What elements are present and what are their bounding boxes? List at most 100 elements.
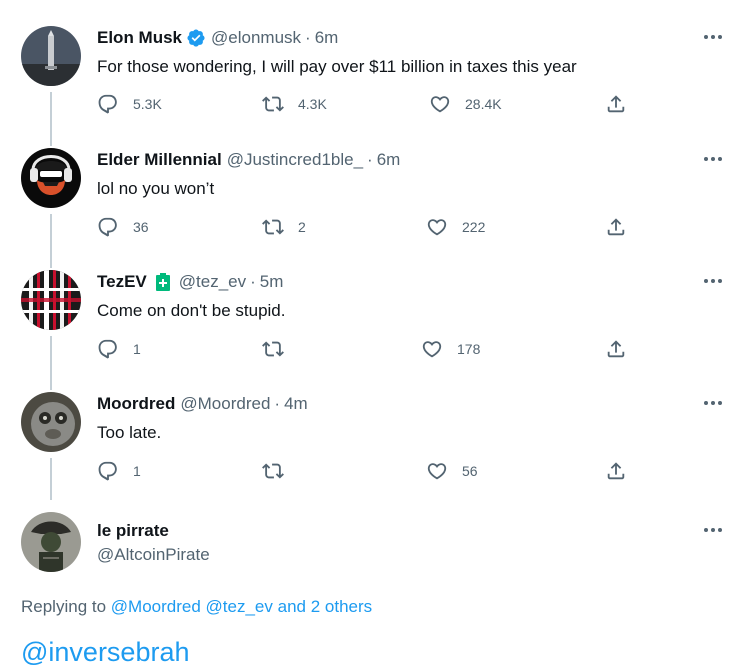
share-button[interactable] <box>605 338 627 360</box>
like-count: 178 <box>457 341 481 357</box>
tweet-actions: 36 2 222 <box>97 216 637 240</box>
retweet-button[interactable] <box>262 338 298 360</box>
retweet-button[interactable]: 2 <box>262 216 306 238</box>
reply-button[interactable]: 1 <box>97 460 141 482</box>
tweet-elon-musk[interactable]: Elon Musk @elonmusk · 6m For those wonde… <box>0 0 734 122</box>
separator-dot: · <box>250 272 256 291</box>
author-name[interactable]: TezEV <box>97 271 147 293</box>
reply-button[interactable]: 5.3K <box>97 93 162 115</box>
tweet-tezev[interactable]: TezEV @tez_ev · 5m Come on don't be stup… <box>0 244 734 366</box>
tweet-moordred[interactable]: Moordred @Moordred · 4m Too late. 1 56 <box>0 366 734 500</box>
thread-line <box>50 92 52 122</box>
author-name[interactable]: Elon Musk <box>97 27 182 49</box>
tweet-actions: 1 56 <box>97 460 637 484</box>
thread-line <box>50 336 52 366</box>
avatar[interactable] <box>21 270 81 330</box>
author-handle[interactable]: @tez_ev <box>179 271 246 293</box>
timestamp[interactable]: 6m <box>315 27 339 49</box>
author-name[interactable]: Elder Millennial <box>97 149 222 171</box>
timestamp[interactable]: 5m <box>260 271 284 293</box>
avatar-image-starship <box>21 26 81 86</box>
tweet-text: Come on don't be stupid. <box>97 301 286 320</box>
timestamp[interactable]: 4m <box>284 393 308 415</box>
retweet-button[interactable] <box>262 460 298 482</box>
heart-icon <box>427 219 447 236</box>
share-button[interactable] <box>605 216 627 238</box>
tweet-header: TezEV @tez_ev · 5m <box>97 271 283 293</box>
author-handle[interactable]: @elonmusk <box>211 27 301 49</box>
more-options-icon[interactable] <box>702 394 724 412</box>
thread-line <box>50 214 52 244</box>
more-options-icon[interactable] <box>702 521 724 539</box>
like-button[interactable]: 56 <box>426 460 478 482</box>
like-count: 56 <box>462 463 478 479</box>
reply-count: 5.3K <box>133 96 162 112</box>
thread-line <box>50 244 52 268</box>
tweet-header: Elder Millennial @Justincred1ble_ · 6m <box>97 149 400 171</box>
separator-dot: · <box>305 28 311 47</box>
heart-icon <box>430 96 450 113</box>
replying-link-others[interactable]: and 2 others <box>278 597 373 616</box>
avatar[interactable] <box>21 148 81 208</box>
author-name[interactable]: Moordred <box>97 393 175 415</box>
reply-icon <box>98 217 117 237</box>
tweet-text: lol no you won’t <box>97 179 215 198</box>
reply-count: 1 <box>133 341 141 357</box>
reply-button[interactable]: 1 <box>97 338 141 360</box>
tweet-elder-millennial[interactable]: Elder Millennial @Justincred1ble_ · 6m l… <box>0 122 734 244</box>
share-icon <box>607 340 625 358</box>
share-button[interactable] <box>605 93 627 115</box>
tweet-actions: 1 178 <box>97 338 637 362</box>
reply-icon <box>98 461 117 481</box>
share-icon <box>607 218 625 236</box>
share-button[interactable] <box>605 460 627 482</box>
like-button[interactable]: 178 <box>421 338 480 360</box>
heart-icon <box>427 463 447 480</box>
retweet-button[interactable]: 4.3K <box>262 93 327 115</box>
avatar-image-pirate <box>21 512 81 572</box>
heart-icon <box>422 341 442 358</box>
thread-line <box>50 122 52 146</box>
composer-handle: @AltcoinPirate <box>97 545 210 564</box>
more-options-icon[interactable] <box>702 272 724 290</box>
replying-link-tez-ev[interactable]: @tez_ev <box>206 597 273 616</box>
separator-dot: · <box>367 150 373 169</box>
thread-line <box>50 458 52 500</box>
tweet-text: Too late. <box>97 423 162 442</box>
retweet-count: 4.3K <box>298 96 327 112</box>
like-button[interactable]: 28.4K <box>429 93 502 115</box>
more-options-icon[interactable] <box>702 28 724 46</box>
timestamp[interactable]: 6m <box>377 149 401 171</box>
verified-badge-icon <box>186 28 206 48</box>
like-button[interactable]: 222 <box>426 216 485 238</box>
reply-icon <box>98 339 117 359</box>
retweet-icon <box>262 463 284 479</box>
share-icon <box>607 95 625 113</box>
avatar[interactable] <box>21 512 81 572</box>
retweet-icon <box>262 96 284 112</box>
avatar[interactable] <box>21 26 81 86</box>
like-count: 28.4K <box>465 96 502 112</box>
retweet-icon <box>262 219 284 235</box>
battery-icon <box>155 273 171 291</box>
reply-button[interactable]: 36 <box>97 216 149 238</box>
tweet-header: Elon Musk @elonmusk · 6m <box>97 27 338 49</box>
composer-name: le pirrate <box>97 521 169 540</box>
reply-icon <box>98 94 117 114</box>
tweet-actions: 5.3K 4.3K 28.4K <box>97 93 637 117</box>
separator-dot: · <box>274 394 281 413</box>
replying-to: Replying to @Moordred @tez_ev and 2 othe… <box>21 596 372 618</box>
like-count: 222 <box>462 219 486 235</box>
replying-prefix: Replying to <box>21 597 107 616</box>
avatar[interactable] <box>21 392 81 452</box>
composer-header: le pirrate <box>97 520 169 542</box>
replying-link-moordred[interactable]: @Moordred <box>111 597 201 616</box>
reply-input[interactable]: @inversebrah <box>21 635 190 669</box>
author-handle[interactable]: @Justincred1ble_ <box>227 149 363 171</box>
author-handle[interactable]: @Moordred <box>180 393 270 415</box>
reply-count: 1 <box>133 463 141 479</box>
more-options-icon[interactable] <box>702 150 724 168</box>
share-icon <box>607 462 625 480</box>
tweet-text: For those wondering, I will pay over $11… <box>97 57 577 76</box>
retweet-icon <box>262 341 284 357</box>
